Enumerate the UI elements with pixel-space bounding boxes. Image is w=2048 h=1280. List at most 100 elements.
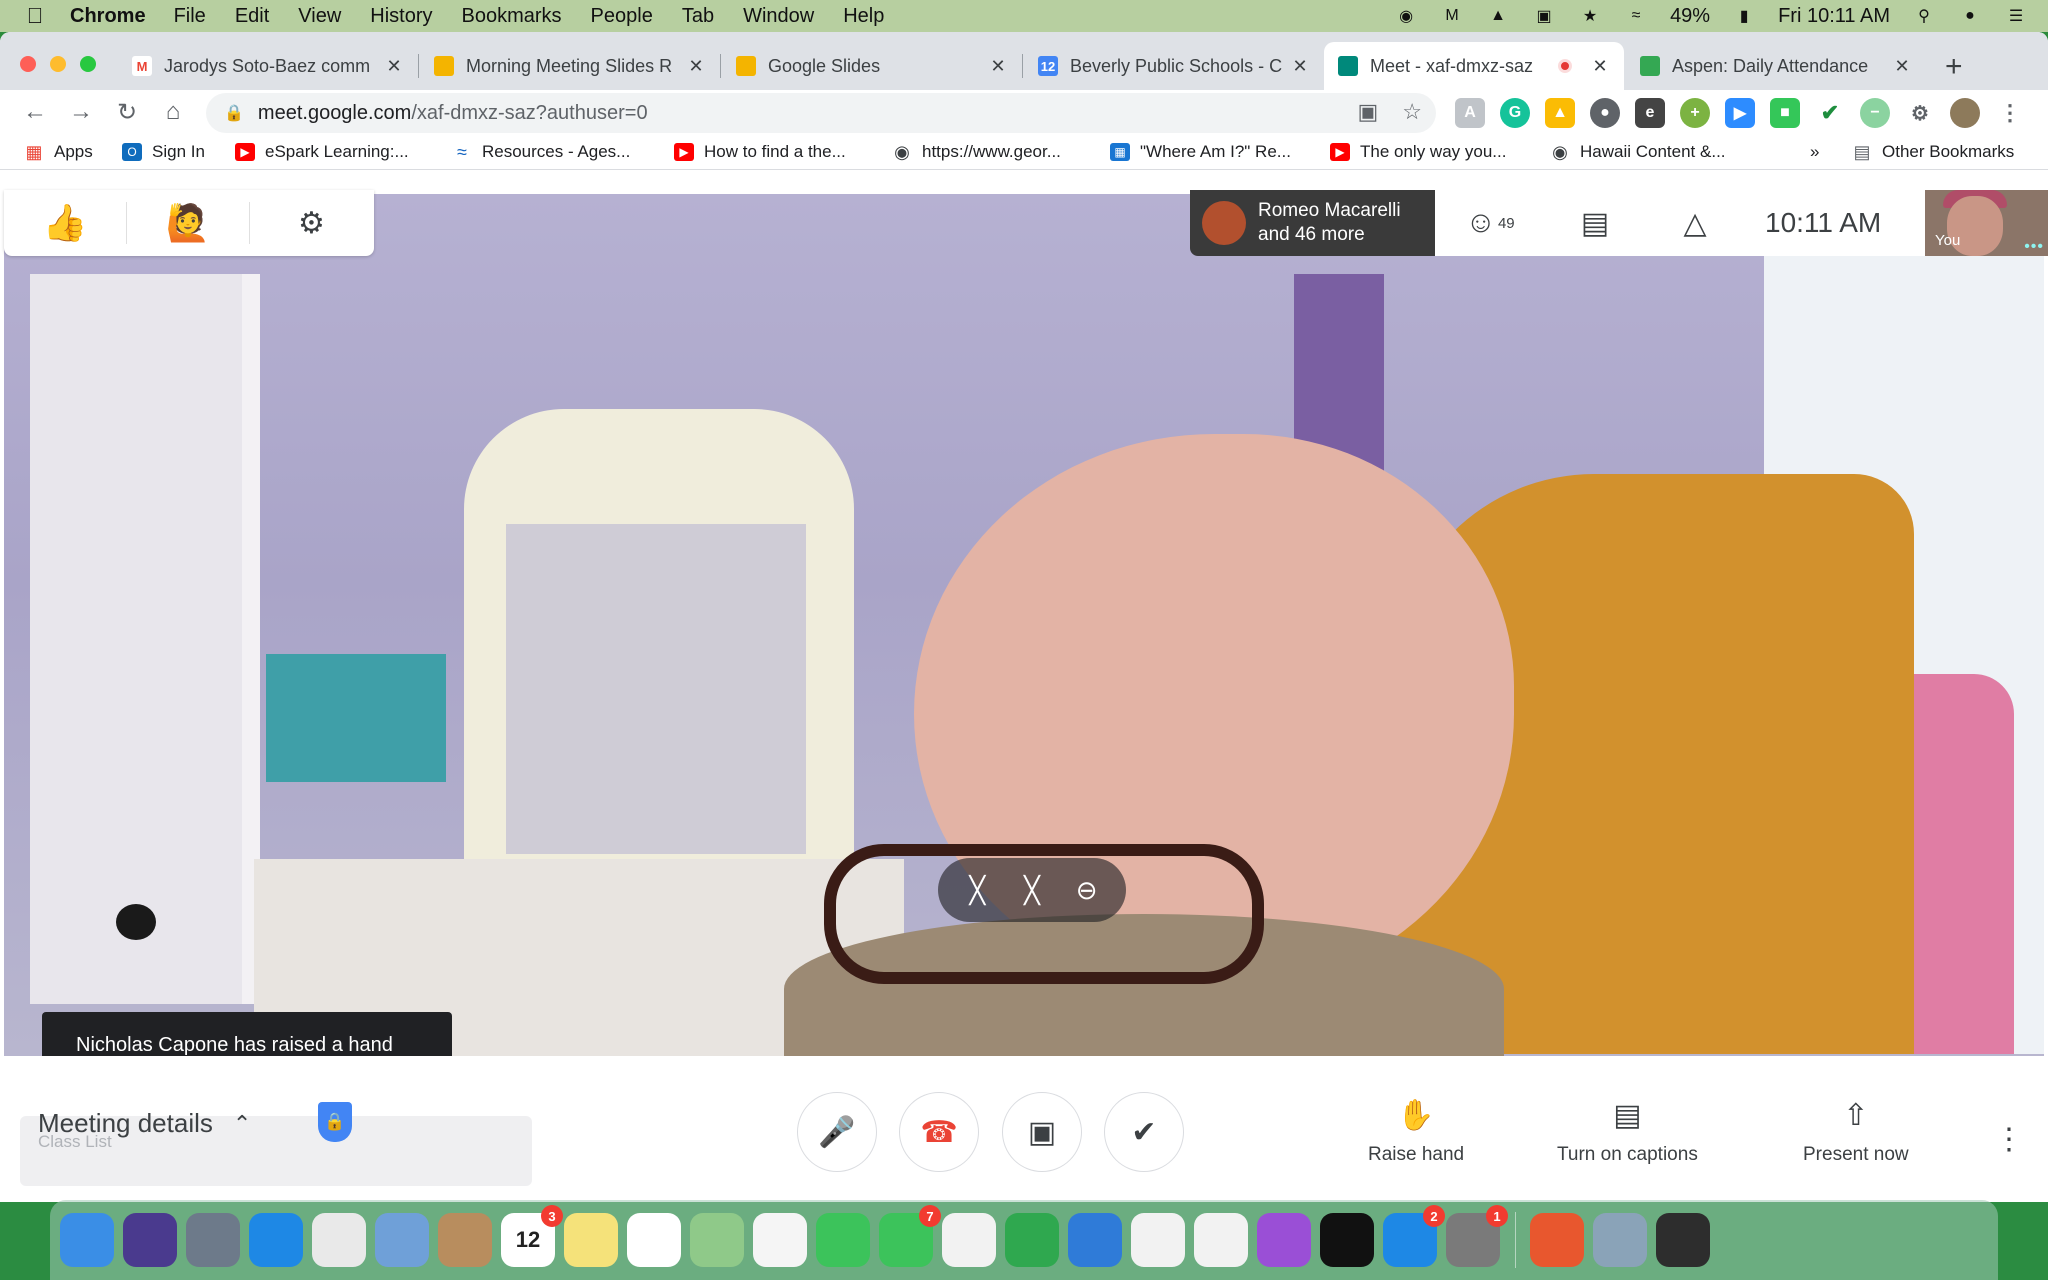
close-tab-icon[interactable]: ✕ xyxy=(1590,56,1610,77)
reload-icon[interactable]: ↻ xyxy=(112,98,142,127)
bookmark-espark[interactable]: ▶ eSpark Learning:... xyxy=(235,142,409,162)
menu-history[interactable]: History xyxy=(370,5,432,28)
home-icon[interactable]: ⌂ xyxy=(158,98,188,126)
zoom-window-button[interactable] xyxy=(80,56,96,72)
bookmarks-overflow-icon[interactable]: » xyxy=(1810,142,1819,162)
activities-button[interactable]: △ xyxy=(1645,206,1745,241)
close-window-button[interactable] xyxy=(20,56,36,72)
mute-off-icon[interactable]: ╳ xyxy=(1012,875,1052,906)
drive-status-icon[interactable]: ▲ xyxy=(1486,6,1510,26)
safari-icon[interactable] xyxy=(249,1213,303,1267)
keynote-icon[interactable] xyxy=(1068,1213,1122,1267)
apple-menu-icon[interactable]:  xyxy=(0,3,70,29)
presenter-video[interactable]: ╳ ╳ ⊖ Nicholas Capone has raised a hand xyxy=(4,194,2044,1056)
battery-icon[interactable]: ▮ xyxy=(1732,6,1756,26)
contacts-icon[interactable] xyxy=(438,1213,492,1267)
lock-icon[interactable]: 🔒 xyxy=(224,103,244,123)
image-capture-icon[interactable] xyxy=(1593,1213,1647,1267)
malwarebytes-icon[interactable]: M xyxy=(1440,6,1464,26)
maps-icon[interactable] xyxy=(690,1213,744,1267)
photos-icon[interactable] xyxy=(753,1213,807,1267)
grammarly-icon[interactable]: G xyxy=(1500,98,1530,128)
calendar-icon[interactable]: 12 3 xyxy=(501,1205,563,1267)
menu-help[interactable]: Help xyxy=(843,5,884,28)
menu-window[interactable]: Window xyxy=(743,5,814,28)
podcasts-icon[interactable] xyxy=(1257,1213,1311,1267)
reminders-icon[interactable] xyxy=(627,1213,681,1267)
menubar-clock[interactable]: Fri 10:11 AM xyxy=(1778,5,1890,28)
other-bookmarks[interactable]: ▤ Other Bookmarks xyxy=(1852,142,2014,162)
display-icon[interactable]: ▣ xyxy=(1532,6,1556,26)
meeting-details-button[interactable]: Meeting details ⌃ xyxy=(38,1108,251,1139)
bookmark-star-icon[interactable]: ☆ xyxy=(1402,99,1422,125)
close-tab-icon[interactable]: ✕ xyxy=(1290,56,1310,77)
screen-record-icon[interactable]: ◉ xyxy=(1394,6,1418,26)
preview-icon[interactable] xyxy=(375,1213,429,1267)
new-tab-button[interactable]: + xyxy=(1945,50,1963,84)
microphone-button[interactable]: 🎤 xyxy=(797,1092,877,1172)
siri-menubar-icon[interactable]: ● xyxy=(1958,6,1982,26)
captions-button[interactable]: ▤ Turn on captions xyxy=(1557,1098,1698,1166)
tab-gmail[interactable]: M Jarodys Soto-Baez comm ✕ xyxy=(118,42,418,90)
tab-meet[interactable]: Meet - xaf-dmxz-saz ✕ xyxy=(1324,42,1624,90)
settings-gear-icon[interactable]: ⚙ xyxy=(250,206,373,241)
control-center-icon[interactable]: ☰ xyxy=(2004,6,2028,26)
tab-aspen-attendance[interactable]: Aspen: Daily Attendance ✕ xyxy=(1626,42,1926,90)
menu-file[interactable]: File xyxy=(174,5,206,28)
messages-icon[interactable] xyxy=(816,1213,870,1267)
bookmark-geor[interactable]: ◉ https://www.geor... xyxy=(892,142,1061,162)
present-now-button[interactable]: ⇧ Present now xyxy=(1803,1098,1909,1166)
shield-lock-icon[interactable]: 🔒 xyxy=(318,1102,352,1142)
launchpad-icon[interactable] xyxy=(186,1213,240,1267)
tab-beverly-public-schools[interactable]: 12 Beverly Public Schools - C ✕ xyxy=(1024,42,1324,90)
notes-icon[interactable] xyxy=(564,1213,618,1267)
profile-avatar[interactable] xyxy=(1950,98,1980,128)
chat-button[interactable]: ▤ xyxy=(1545,206,1645,241)
menu-edit[interactable]: Edit xyxy=(235,5,269,28)
minimize-window-button[interactable] xyxy=(50,56,66,72)
camera-button[interactable]: ▣ xyxy=(1002,1092,1082,1172)
remove-icon[interactable]: ⊖ xyxy=(1067,875,1107,906)
thumbs-up-icon[interactable]: 👍 xyxy=(4,202,127,244)
extension-icon[interactable]: − xyxy=(1860,98,1890,128)
extension-icon[interactable]: + xyxy=(1680,98,1710,128)
siri-icon[interactable] xyxy=(123,1213,177,1267)
bluetooth-icon[interactable]: ★ xyxy=(1578,6,1602,26)
quicktime-icon[interactable] xyxy=(1656,1213,1710,1267)
google-drive-icon[interactable]: ▲ xyxy=(1545,98,1575,128)
wifi-icon[interactable]: ≈ xyxy=(1624,6,1648,26)
freeform-icon[interactable] xyxy=(942,1213,996,1267)
news-icon[interactable] xyxy=(1131,1213,1185,1267)
puzzle-icon[interactable]: ⚙ xyxy=(1905,98,1935,128)
more-options-icon[interactable]: ⋮ xyxy=(1994,1122,2024,1157)
close-tab-icon[interactable]: ✕ xyxy=(988,56,1008,77)
bookmark-how-to-find[interactable]: ▶ How to find a the... xyxy=(674,142,846,162)
bookmark-only-way[interactable]: ▶ The only way you... xyxy=(1330,142,1506,162)
close-tab-icon[interactable]: ✕ xyxy=(1892,56,1912,77)
numbers-icon[interactable] xyxy=(1005,1213,1059,1267)
checkmark-extension-icon[interactable]: ✔ xyxy=(1815,98,1845,128)
system-preferences-icon[interactable]: 1 xyxy=(1446,1205,1508,1267)
chrome-menu-icon[interactable]: ⋮ xyxy=(1995,98,2025,128)
bookmark-resources[interactable]: ≈ Resources - Ages... xyxy=(452,142,630,162)
menu-view[interactable]: View xyxy=(298,5,341,28)
photo-booth-icon[interactable] xyxy=(1530,1213,1584,1267)
apple-tv-icon[interactable] xyxy=(1320,1213,1374,1267)
leave-call-button[interactable]: ☎ xyxy=(899,1092,979,1172)
extension-icon[interactable]: A xyxy=(1455,98,1485,128)
app-store-icon[interactable]: 2 xyxy=(1383,1205,1445,1267)
back-icon[interactable]: ← xyxy=(20,98,50,126)
finder-icon[interactable] xyxy=(60,1213,114,1267)
bookmark-sign-in[interactable]: O Sign In xyxy=(122,142,205,162)
menu-bookmarks[interactable]: Bookmarks xyxy=(462,5,562,28)
spotlight-icon[interactable]: ⚲ xyxy=(1912,6,1936,26)
bookmark-apps[interactable]: ▦ Apps xyxy=(24,142,92,162)
pin-off-icon[interactable]: ╳ xyxy=(957,875,997,906)
raise-hand-button[interactable]: ✋ Raise hand xyxy=(1368,1098,1464,1166)
chrome-icon[interactable] xyxy=(312,1213,366,1267)
bookmark-hawaii[interactable]: ◉ Hawaii Content &... xyxy=(1550,142,1725,162)
self-view-tile[interactable]: You ••• xyxy=(1925,190,2048,256)
close-tab-icon[interactable]: ✕ xyxy=(384,56,404,77)
forward-icon[interactable]: → xyxy=(66,98,96,126)
people-button[interactable]: ☺ 49 xyxy=(1435,206,1545,240)
